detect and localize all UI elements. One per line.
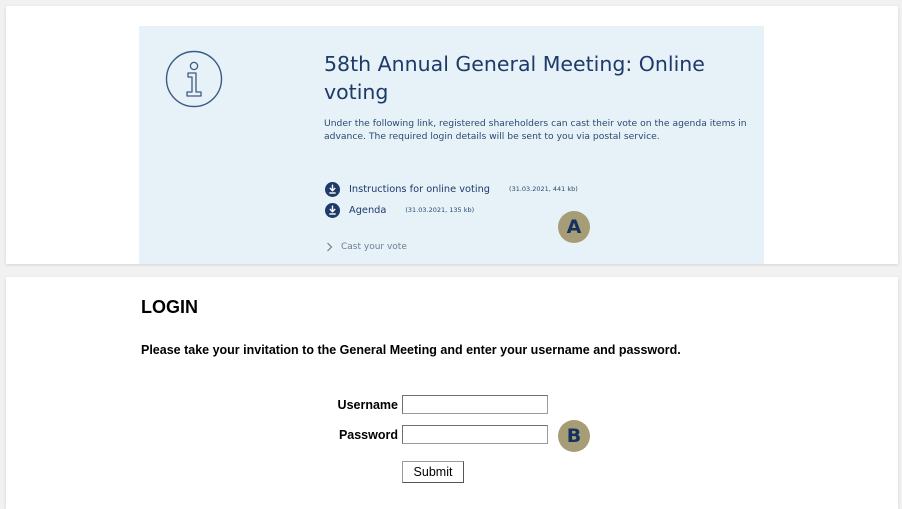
meeting-title: 58th Annual General Meeting: Online voti… [324,52,705,104]
submit-button[interactable]: Submit [402,461,464,483]
annotation-marker-b: B [558,420,590,452]
online-voting-info-box: 58th Annual General Meeting: Online voti… [139,26,764,264]
username-label: Username [337,398,398,412]
instructions-download-link[interactable]: Instructions for online voting (31.03.20… [325,181,578,197]
document-meta: (31.03.2021, 441 kb) [509,185,578,193]
document-meta: (31.03.2021, 135 kb) [405,206,475,214]
login-heading: LOGIN [141,297,198,317]
download-icon [325,181,340,197]
info-icon [165,50,223,108]
cast-vote-label: Cast your vote [341,242,407,252]
password-label: Password [338,428,398,442]
download-icon [325,202,340,218]
annotation-marker-a: A [558,211,590,243]
document-label: Instructions for online voting [349,183,491,195]
meeting-description: Under the following link, registered sha… [324,118,747,142]
password-input[interactable] [402,425,548,444]
document-label: Agenda [349,204,387,216]
agenda-download-link[interactable]: Agenda (31.03.2021, 135 kb) [325,202,474,218]
cast-vote-link[interactable]: Cast your vote [326,240,407,254]
login-instructions: Please take your invitation to the Gener… [141,343,681,357]
login-panel: LOGIN Please take your invitation to the… [6,277,898,509]
username-input[interactable] [402,395,548,414]
chevron-right-icon [326,242,333,252]
online-voting-panel: 58th Annual General Meeting: Online voti… [6,6,898,264]
